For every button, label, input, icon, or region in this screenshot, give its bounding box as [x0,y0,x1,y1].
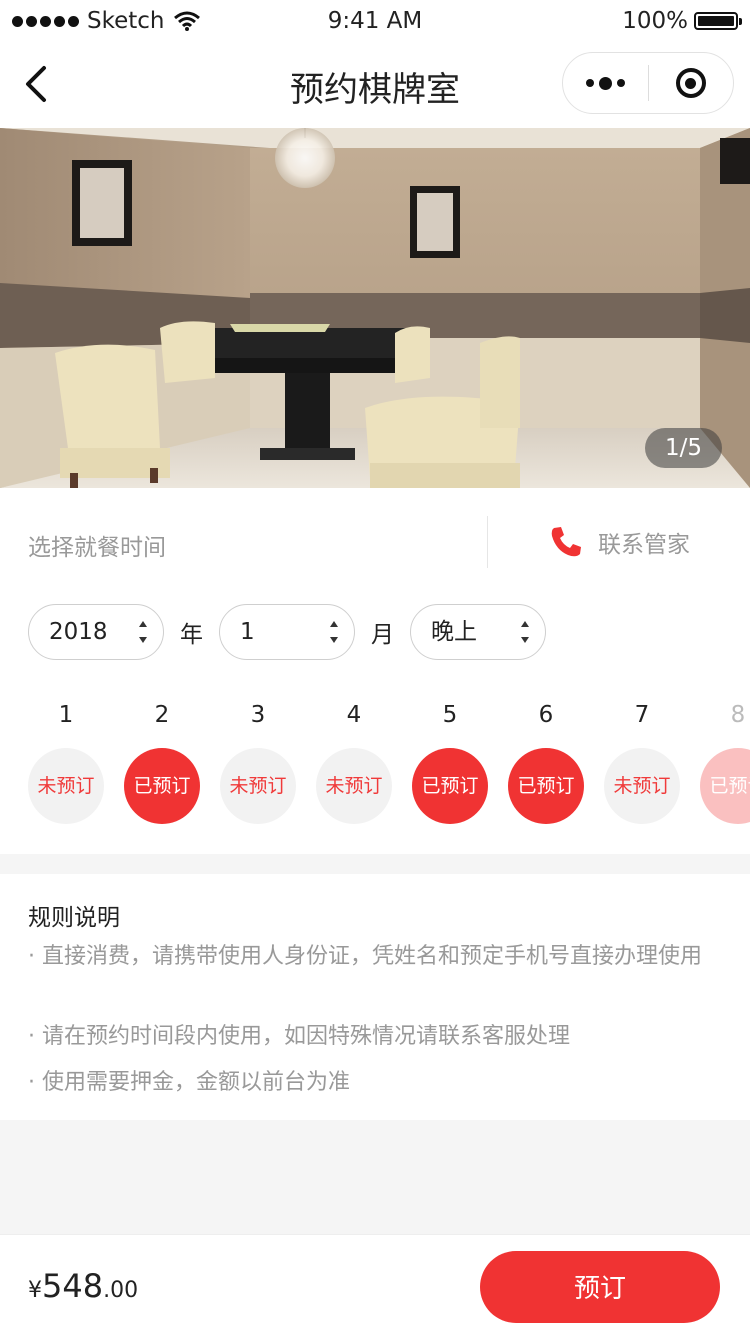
month-unit: 月 [371,622,394,648]
day-item[interactable]: 3 未预订 [220,700,296,824]
day-item[interactable]: 6 已预订 [508,700,584,824]
day-status: 未预订 [220,748,296,824]
battery-icon [694,12,742,30]
day-number: 8 [730,702,746,728]
day-number: 4 [346,702,362,728]
phone-icon [551,527,581,557]
rules-title: 规则说明 [28,905,120,931]
header-divider [487,516,488,568]
day-item[interactable]: 4 未预订 [316,700,392,824]
day-status: 未预订 [316,748,392,824]
more-button[interactable] [563,53,648,113]
footer-bar: ¥548.00 预订 [0,1234,750,1334]
day-status: 未预订 [604,748,680,824]
room-photo-carousel[interactable]: 1/5 [0,128,750,488]
room-photo [0,128,750,488]
price-integer: 548 [42,1267,104,1305]
mini-program-capsule [562,52,734,114]
day-number: 5 [442,702,458,728]
select-arrows-icon [139,621,147,643]
month-value: 1 [240,619,255,645]
contact-butler-button[interactable]: 联系管家 [548,524,690,560]
day-item[interactable]: 2 已预订 [124,700,200,824]
month-select[interactable]: 1 [219,604,355,660]
day-number: 1 [58,702,74,728]
battery-percent: 100% [622,8,688,34]
nav-bar: 预约棋牌室 [0,40,750,128]
day-item[interactable]: 7 未预订 [604,700,680,824]
booking-card: 选择就餐时间 联系管家 2018 年 1 月 晚上 1 未预订 2 已预订 3 … [0,488,750,854]
day-status: 已预订 [412,748,488,824]
period-value: 晚上 [431,619,477,645]
day-number: 7 [634,702,650,728]
more-dots-icon [585,76,625,90]
select-arrows-icon [330,621,338,643]
year-unit: 年 [180,622,203,648]
period-select[interactable]: 晚上 [410,604,546,660]
status-bar: Sketch 9:41 AM 100% [0,0,750,40]
rules-section: 规则说明 · 直接消费，请携带使用人身份证，凭姓名和预定手机号直接办理使用 · … [0,874,750,1120]
target-circle-icon [675,68,706,98]
price: ¥548.00 [28,1267,138,1305]
rule-item: · 请在预约时间段内使用，如因特殊情况请联系客服处理 [28,1024,570,1049]
contact-label: 联系管家 [598,532,690,558]
price-currency: ¥ [28,1278,42,1303]
day-picker: 1 未预订 2 已预订 3 未预订 4 未预订 5 已预订 6 已预订 7 未预… [0,700,750,830]
price-decimal: .00 [103,1278,139,1303]
day-item[interactable]: 1 未预订 [28,700,104,824]
select-arrows-icon [521,621,529,643]
rule-item: · 使用需要押金，金额以前台为准 [28,1070,350,1095]
day-number: 6 [538,702,554,728]
date-selectors: 2018 年 1 月 晚上 [28,604,546,660]
carousel-pager: 1/5 [644,428,722,468]
year-select[interactable]: 2018 [28,604,164,660]
day-number: 2 [154,702,170,728]
day-status: 未预订 [28,748,104,824]
day-item[interactable]: 5 已预订 [412,700,488,824]
booking-header: 选择就餐时间 联系管家 [0,488,750,598]
close-button[interactable] [649,53,734,113]
day-status: 已预订 [700,748,750,824]
year-value: 2018 [49,619,108,645]
day-number: 3 [250,702,266,728]
status-right: 100% [622,8,742,34]
book-button[interactable]: 预订 [480,1251,720,1323]
day-status: 已预订 [124,748,200,824]
choose-time-label: 选择就餐时间 [28,535,166,561]
rule-item: · 直接消费，请携带使用人身份证，凭姓名和预定手机号直接办理使用 [28,944,702,969]
day-item[interactable]: 8 已预订 [700,700,750,824]
day-status: 已预订 [508,748,584,824]
